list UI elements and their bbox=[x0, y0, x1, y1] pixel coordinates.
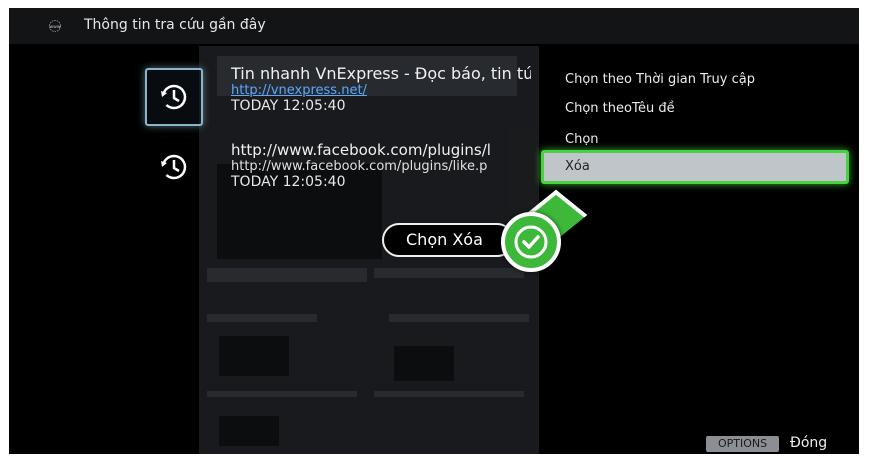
options-button[interactable]: OPTIONS bbox=[706, 436, 779, 452]
tv-screen: www Thông tin tra cứu gần đây Tin nhanh … bbox=[9, 8, 859, 454]
entry-title: Tin nhanh VnExpress - Đọc báo, tin tứ bbox=[231, 65, 531, 83]
close-label: Đóng bbox=[790, 435, 828, 451]
svg-text:www: www bbox=[49, 25, 60, 30]
menu-item-sort-by-title[interactable]: Chọn theoTêu đề bbox=[565, 101, 675, 116]
history-icon[interactable] bbox=[145, 68, 203, 126]
menu-item-label: Xóa bbox=[565, 159, 590, 174]
action-label: Chọn Xóa bbox=[406, 230, 483, 249]
history-icon[interactable] bbox=[147, 140, 201, 194]
check-icon bbox=[501, 212, 561, 272]
entry-url[interactable]: http://www.facebook.com/plugins/like.p bbox=[231, 159, 531, 174]
header-bar: www Thông tin tra cứu gần đây bbox=[9, 8, 859, 44]
page-title: Thông tin tra cứu gần đây bbox=[84, 17, 266, 33]
history-entry[interactable]: Tin nhanh VnExpress - Đọc báo, tin tứ ht… bbox=[231, 65, 531, 114]
www-icon: www bbox=[45, 20, 65, 32]
entry-time: TODAY 12:05:40 bbox=[231, 174, 346, 190]
menu-item-sort-by-time[interactable]: Chọn theo Thời gian Truy cập bbox=[565, 72, 755, 87]
footer-bar: OPTIONS Đóng bbox=[9, 432, 859, 454]
menu-item-delete[interactable]: Xóa bbox=[541, 150, 849, 184]
action-callout: Chọn Xóa bbox=[382, 223, 514, 257]
entry-url[interactable]: http://vnexpress.net/ bbox=[231, 83, 531, 98]
history-entry[interactable]: http://www.facebook.com/plugins/l http:/… bbox=[231, 141, 531, 190]
entry-title: http://www.facebook.com/plugins/l bbox=[231, 141, 491, 159]
menu-item-select[interactable]: Chọn bbox=[565, 132, 599, 147]
entry-time: TODAY 12:05:40 bbox=[231, 98, 346, 114]
